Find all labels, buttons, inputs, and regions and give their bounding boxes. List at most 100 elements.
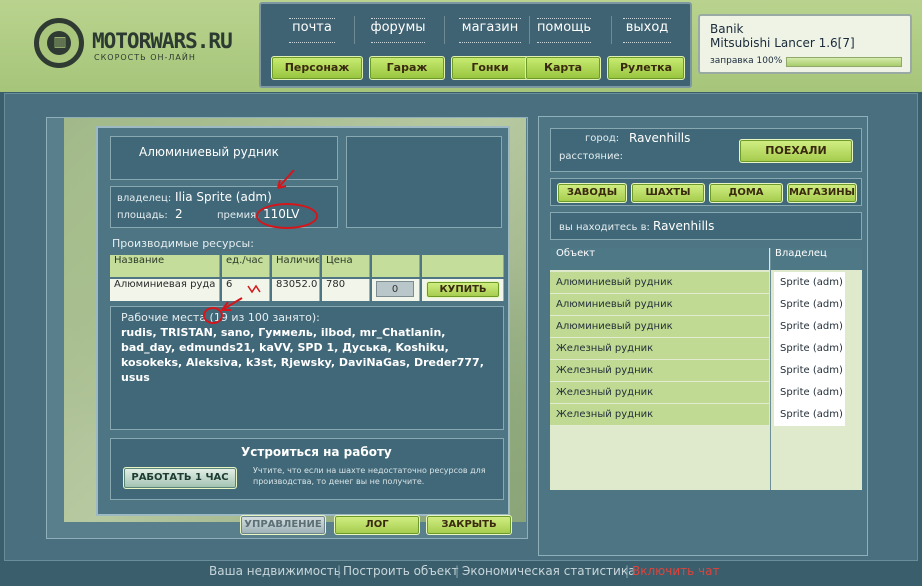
manage-button[interactable]: УПРАВЛЕНИЕ (240, 515, 326, 535)
footer-link-chat[interactable]: Включить чат (632, 564, 719, 578)
nav-roulette-button[interactable]: Рулетка (607, 56, 685, 80)
object-owner[interactable]: Sprite (adm) (774, 294, 845, 316)
nav-garage-button[interactable]: Гараж (369, 56, 445, 80)
object-name[interactable]: Железный рудник (550, 360, 769, 382)
footer-separator: | (455, 564, 460, 578)
work-one-hour-button[interactable]: РАБОТАТЬ 1 ЧАС (123, 467, 237, 489)
resources-heading: Производимые ресурсы: (112, 237, 254, 250)
nav-panel: почта форумы магазин помощь выход Персон… (259, 2, 692, 88)
cell-price: 780 (322, 279, 370, 301)
annotation-arrow-icon (221, 297, 243, 311)
footer: Ваша недвижимость | Построить объект | Э… (0, 560, 922, 586)
object-row[interactable]: Алюминиевый рудник Sprite (adm) (550, 272, 862, 294)
object-owner[interactable]: Sprite (adm) (774, 360, 845, 382)
player-car[interactable]: Mitsubishi Lancer 1.6[7] (710, 36, 855, 50)
col-header-name: Название (110, 255, 220, 277)
footer-separator: | (337, 564, 342, 578)
tab-shops[interactable]: МАГАЗИНЫ (787, 183, 857, 203)
travel-box: город: Ravenhills расстояние: ПОЕХАЛИ (550, 128, 862, 172)
nav-help-link[interactable]: помощь (525, 18, 603, 44)
bonus-label: премия: (217, 210, 260, 221)
footer-link-economics[interactable]: Экономическая статистика (462, 564, 635, 578)
tab-mines[interactable]: ШАХТЫ (631, 183, 705, 203)
job-box: Устроиться на работу РАБОТАТЬ 1 ЧАС Учти… (110, 438, 504, 500)
col-header-rate: ед./час (222, 255, 270, 277)
workers-list: rudis, TRISTAN, sano, Гуммель, ilbod, mr… (121, 326, 484, 384)
object-row[interactable]: Железный рудник Sprite (adm) (550, 404, 862, 426)
col-header-owner: Владелец (771, 248, 862, 270)
object-row[interactable]: Алюминиевый рудник Sprite (adm) (550, 294, 862, 316)
col-header-price: Цена (322, 255, 370, 277)
distance-label: расстояние: (559, 151, 623, 162)
logo[interactable]: ▥ MOTORWARS.RU СКОРОСТЬ ОН-ЛАЙН (0, 0, 258, 92)
object-name[interactable]: Алюминиевый рудник (550, 272, 769, 294)
category-tabs: ЗАВОДЫ ШАХТЫ ДОМА МАГАЗИНЫ (550, 178, 862, 206)
col-header-stock: Наличие (272, 255, 320, 277)
object-name[interactable]: Железный рудник (550, 338, 769, 360)
owner-name[interactable]: Ilia Sprite (adm) (175, 190, 272, 204)
close-button[interactable]: ЗАКРЫТЬ (426, 515, 512, 535)
object-owner[interactable]: Sprite (adm) (774, 404, 845, 426)
logo-mark-icon: ▥ (53, 34, 67, 50)
go-button[interactable]: ПОЕХАЛИ (739, 139, 853, 163)
object-row[interactable]: Железный рудник Sprite (adm) (550, 338, 862, 360)
job-note: Учтите, что если на шахте недостаточно р… (253, 466, 486, 486)
log-button[interactable]: ЛОГ (334, 515, 420, 535)
object-owner[interactable]: Sprite (adm) (774, 382, 845, 404)
annotation-squiggle-icon (247, 284, 261, 294)
cell-resource-name: Алюминиевая руда (110, 279, 220, 301)
location-box: вы находитесь в: Ravenhills (550, 212, 862, 240)
buy-button[interactable]: КУПИТЬ (426, 281, 500, 298)
player-panel: Banik Mitsubishi Lancer 1.6[7] заправка … (698, 14, 912, 74)
footer-link-my-property[interactable]: Ваша недвижимость (209, 564, 341, 578)
footer-link-build[interactable]: Построить объект (343, 564, 458, 578)
object-owner[interactable]: Sprite (adm) (774, 272, 845, 294)
object-row[interactable]: Железный рудник Sprite (adm) (550, 382, 862, 404)
col-header-qty (372, 255, 420, 277)
city-name: Ravenhills (629, 131, 691, 145)
building-image-box (346, 136, 502, 228)
object-owner[interactable]: Sprite (adm) (774, 316, 845, 338)
object-name[interactable]: Железный рудник (550, 382, 769, 404)
nav-forums-link[interactable]: форумы (359, 18, 437, 44)
building-title: Алюминиевый рудник (139, 145, 279, 159)
workers-box: Рабочие места (19 из 100 занято): rudis,… (110, 306, 504, 430)
footer-separator: | (625, 564, 630, 578)
nav-races-button[interactable]: Гонки (451, 56, 529, 80)
nav-mail-link[interactable]: почта (277, 18, 347, 44)
object-name[interactable]: Алюминиевый рудник (550, 294, 769, 316)
job-heading: Устроиться на работу (241, 445, 392, 459)
logo-title: MOTORWARS.RU (92, 29, 233, 53)
cell-action: КУПИТЬ (422, 279, 504, 301)
object-name[interactable]: Железный рудник (550, 404, 769, 426)
nav-shop-link[interactable]: магазин (447, 18, 533, 44)
building-title-box: Алюминиевый рудник (110, 136, 338, 180)
annotation-arrow-icon (277, 169, 295, 189)
fuel-label: заправка 100% (710, 56, 783, 66)
nav-divider (444, 16, 445, 44)
workers-heading-pre: Рабочие места ( (121, 311, 214, 324)
nav-character-button[interactable]: Персонаж (271, 56, 363, 80)
area-label: площадь: (117, 210, 168, 221)
object-name[interactable]: Алюминиевый рудник (550, 316, 769, 338)
owner-label: владелец: (117, 193, 172, 204)
fuel-bar-fill (787, 58, 901, 66)
col-header-action (422, 255, 504, 277)
col-header-object: Объект (550, 248, 769, 270)
building-info-box: владелец: Ilia Sprite (adm) площадь: 2 п… (110, 186, 338, 228)
object-owner[interactable]: Sprite (adm) (774, 338, 845, 360)
tab-factories[interactable]: ЗАВОДЫ (557, 183, 627, 203)
cell-stock: 83052.0 (272, 279, 320, 301)
nav-divider (354, 16, 355, 44)
object-row[interactable]: Алюминиевый рудник Sprite (adm) (550, 316, 862, 338)
qty-input[interactable] (376, 281, 414, 297)
objects-table: Объект Владелец Алюминиевый рудник Sprit… (550, 248, 862, 490)
nav-map-button[interactable]: Карта (525, 56, 601, 80)
nav-logout-link[interactable]: выход (611, 18, 683, 44)
city-label: город: (585, 133, 620, 144)
fuel-bar (786, 57, 902, 67)
player-name[interactable]: Banik (710, 22, 743, 36)
tab-houses[interactable]: ДОМА (709, 183, 783, 203)
object-row[interactable]: Железный рудник Sprite (adm) (550, 360, 862, 382)
location-label: вы находитесь в: (559, 222, 650, 233)
